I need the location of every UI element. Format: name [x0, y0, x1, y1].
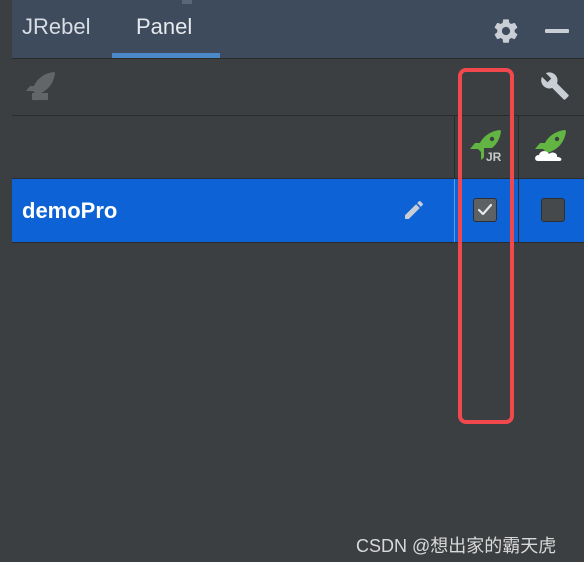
column-separator [518, 116, 519, 178]
gear-icon[interactable] [492, 17, 520, 45]
header-notch [182, 0, 192, 4]
annotation-highlight [458, 68, 514, 424]
left-gutter [0, 0, 12, 562]
remote-checkbox[interactable] [541, 198, 565, 222]
tool-window-header: JRebel Panel [12, 0, 584, 59]
active-tab-indicator [112, 53, 220, 58]
cloud-rocket-icon [535, 130, 566, 161]
wrench-icon[interactable] [540, 71, 570, 101]
tab-jrebel[interactable]: JRebel [22, 14, 90, 40]
minimize-icon[interactable] [545, 29, 569, 33]
tab-panel[interactable]: Panel [136, 14, 192, 40]
rocket-icon[interactable] [24, 69, 58, 103]
module-cell[interactable]: demoPro [12, 179, 454, 242]
watermark: CSDN @想出家的霸天虎 [356, 536, 557, 556]
module-name: demoPro [22, 198, 118, 223]
pencil-icon[interactable] [402, 198, 426, 222]
remote-toggle-cell [518, 179, 584, 242]
column-separator [454, 116, 455, 178]
